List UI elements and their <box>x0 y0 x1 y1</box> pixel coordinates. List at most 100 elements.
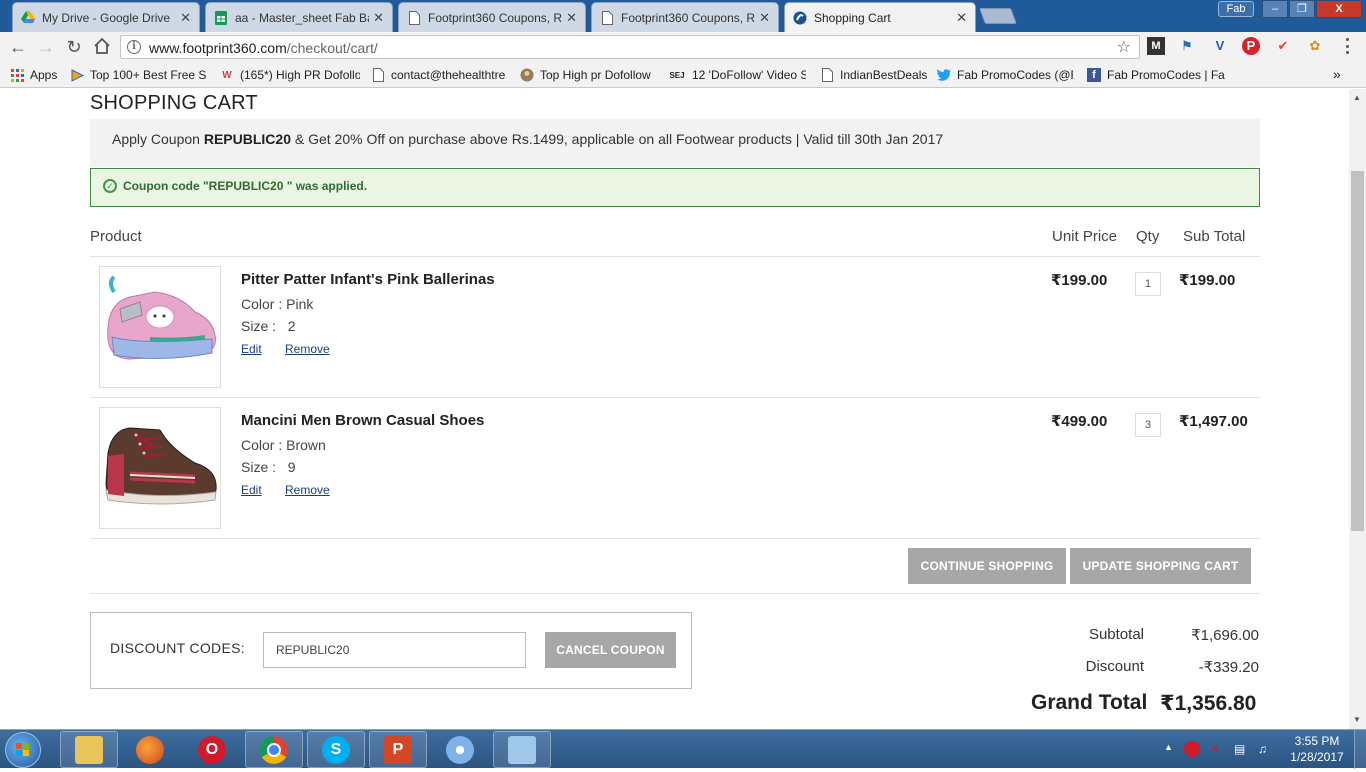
cancel-coupon-button[interactable]: CANCEL COUPON <box>545 632 676 668</box>
color-label: Color : <box>241 296 287 312</box>
volume-icon[interactable]: ♫ <box>1258 742 1267 756</box>
scrollbar-thumb[interactable] <box>1351 171 1364 531</box>
twitter-icon <box>937 68 951 82</box>
edit-link[interactable]: Edit <box>241 483 262 497</box>
bookmark-contact[interactable]: contact@thehealthtre <box>371 68 508 82</box>
column-header-qty: Qty <box>1136 228 1160 245</box>
bookmark-apps[interactable]: Apps <box>10 68 57 82</box>
taskbar-powerpoint[interactable]: P <box>369 731 427 768</box>
new-tab-button[interactable] <box>979 8 1017 24</box>
tab-footprint-coupons-1[interactable]: Footprint360 Coupons, R ✕ <box>398 2 586 32</box>
remove-link[interactable]: Remove <box>285 483 330 497</box>
bookmark-indianbestdeals[interactable]: IndianBestDeals <box>820 68 927 82</box>
color-value: Brown <box>286 437 326 453</box>
window-close-button[interactable]: X <box>1316 0 1362 18</box>
bookmark-label: Top High pr Dofollow <box>540 68 651 82</box>
taskbar-skype[interactable]: S <box>307 731 365 768</box>
home-icon[interactable] <box>92 37 112 57</box>
color-value: Pink <box>286 296 314 312</box>
coupon-success-message: ✓ Coupon code "REPUBLIC20 " was applied. <box>90 168 1260 207</box>
taskbar-opera[interactable]: O <box>183 731 241 768</box>
bookmark-top-100[interactable]: Top 100+ Best Free S <box>70 68 208 82</box>
bookmark-top-high-pr[interactable]: Top High pr Dofollow <box>520 68 656 82</box>
qty-input[interactable]: 3 <box>1135 413 1161 437</box>
address-bar[interactable]: i www.footprint360.com/checkout/cart/ ☆ <box>120 35 1140 59</box>
promo-suffix: & Get 20% Off on purchase above Rs.1499,… <box>290 131 944 147</box>
page-icon <box>600 10 614 25</box>
url-domain: www.footprint360.com <box>149 40 287 56</box>
url-path: /checkout/cart/ <box>286 40 378 56</box>
gmail-extension-icon[interactable]: M <box>1147 37 1165 55</box>
subtotal-label: Subtotal <box>1088 626 1144 643</box>
google-drive-icon <box>21 11 35 25</box>
close-tab-icon[interactable]: ✕ <box>956 10 967 26</box>
apps-grid-icon <box>10 68 24 82</box>
pinterest-icon[interactable]: P <box>1242 37 1260 55</box>
browser-menu-icon[interactable] <box>1343 38 1351 54</box>
product-name[interactable]: Pitter Patter Infant's Pink Ballerinas <box>241 271 495 288</box>
color-label: Color : <box>241 437 287 453</box>
show-desktop-button[interactable] <box>1354 730 1366 769</box>
product-image-brown-shoes[interactable] <box>99 407 221 529</box>
remove-link[interactable]: Remove <box>285 342 330 356</box>
extension-icon-check[interactable]: ✔ <box>1274 37 1292 55</box>
system-clock[interactable]: 3:55 PM 1/28/2017 <box>1286 733 1348 765</box>
size-value: 2 <box>287 318 296 334</box>
tab-google-drive[interactable]: My Drive - Google Drive ✕ <box>12 2 200 32</box>
notepad-icon <box>508 735 536 764</box>
back-icon[interactable]: ← <box>8 37 28 57</box>
extension-icon-blue[interactable]: ⚑ <box>1178 37 1196 55</box>
page-scrollbar[interactable]: ▲ ▼ <box>1349 89 1366 729</box>
bookmark-dofollow-video[interactable]: SEJ 12 'DoFollow' Video S <box>668 68 806 82</box>
product-name[interactable]: Mancini Men Brown Casual Shoes <box>241 412 484 429</box>
close-tab-icon[interactable]: ✕ <box>373 10 384 26</box>
site-info-icon[interactable]: i <box>127 40 141 54</box>
tray-app-icon[interactable] <box>1184 741 1200 757</box>
success-text: Coupon code "REPUBLIC20 " was applied. <box>123 179 368 193</box>
tray-warning-icon[interactable]: ✕ <box>1210 742 1220 756</box>
scroll-up-icon[interactable]: ▲ <box>1353 93 1361 102</box>
extension-icon-orange[interactable]: ✿ <box>1306 37 1324 55</box>
size-value: 9 <box>287 459 296 475</box>
start-button[interactable] <box>5 732 41 768</box>
extension-icon-v[interactable]: V <box>1211 37 1229 55</box>
discount-label: Discount <box>1085 658 1144 675</box>
bookmark-label: Top 100+ Best Free S <box>90 68 207 82</box>
close-tab-icon[interactable]: ✕ <box>759 10 770 26</box>
taskbar-firefox[interactable] <box>121 731 179 768</box>
coupon-code-input[interactable]: REPUBLIC20 <box>263 632 526 668</box>
divider <box>90 256 1260 257</box>
scroll-down-icon[interactable]: ▼ <box>1353 715 1361 724</box>
bookmark-fab-facebook[interactable]: f Fab PromoCodes | Fac <box>1087 68 1225 82</box>
promo-code: REPUBLIC20 <box>203 131 291 147</box>
tab-footprint-coupons-2[interactable]: Footprint360 Coupons, R ✕ <box>591 2 779 32</box>
qty-input[interactable]: 1 <box>1135 272 1161 296</box>
edit-link[interactable]: Edit <box>241 342 262 356</box>
bookmark-fab-twitter[interactable]: Fab PromoCodes (@F <box>937 68 1073 82</box>
continue-shopping-button[interactable]: CONTINUE SHOPPING <box>908 548 1066 584</box>
taskbar-explorer[interactable] <box>60 731 118 768</box>
bookmark-label: Fab PromoCodes (@F <box>957 68 1073 82</box>
show-hidden-icons-icon[interactable]: ▲ <box>1164 742 1173 752</box>
reload-icon[interactable]: ↻ <box>64 37 84 57</box>
close-tab-icon[interactable]: ✕ <box>566 10 577 26</box>
profile-button[interactable]: Fab <box>1218 1 1254 17</box>
tab-master-sheet[interactable]: aa - Master_sheet Fab Ba ✕ <box>205 2 393 32</box>
close-tab-icon[interactable]: ✕ <box>180 10 191 26</box>
taskbar-chrome[interactable] <box>245 731 303 768</box>
update-shopping-cart-button[interactable]: UPDATE SHOPPING CART <box>1070 548 1251 584</box>
minimize-button[interactable]: – <box>1262 0 1288 18</box>
grand-total-value: ₹1,356.80 <box>1160 692 1257 715</box>
forward-icon[interactable]: → <box>36 37 56 57</box>
more-bookmarks-icon[interactable]: » <box>1333 66 1341 82</box>
bookmark-star-icon[interactable]: ☆ <box>1117 37 1131 57</box>
taskbar-paint[interactable] <box>431 731 489 768</box>
maximize-button[interactable]: ❐ <box>1289 0 1315 18</box>
bookmark-label: Apps <box>30 68 58 82</box>
taskbar-notepad[interactable] <box>493 731 551 768</box>
bookmark-high-pr[interactable]: W (165*) High PR Dofollo <box>220 68 360 82</box>
tab-shopping-cart[interactable]: Shopping Cart ✕ <box>784 2 976 32</box>
product-image-pink-ballerinas[interactable] <box>99 266 221 388</box>
network-icon[interactable]: ▤ <box>1234 742 1245 756</box>
page-icon <box>407 10 421 25</box>
